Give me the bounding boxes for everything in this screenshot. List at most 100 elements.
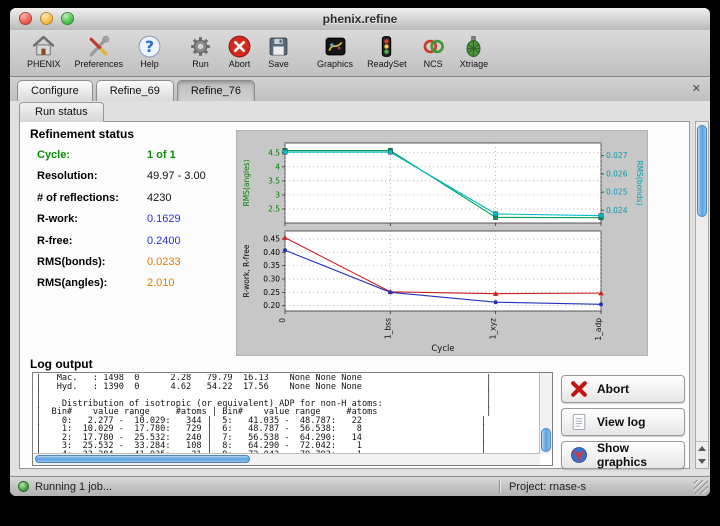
refinement-status-heading: Refinement status — [30, 127, 134, 141]
zoom-window-button[interactable] — [61, 12, 74, 25]
svg-text:0.45: 0.45 — [263, 235, 280, 244]
scroll-down-button[interactable] — [696, 455, 708, 468]
svg-text:0.026: 0.026 — [606, 169, 628, 178]
stat-row-resolution: Resolution: 49.97 - 3.00 — [37, 170, 206, 191]
log-vertical-scrollbar-thumb[interactable] — [541, 428, 551, 452]
progress-spinner-icon — [18, 481, 29, 492]
svg-text:0.25: 0.25 — [263, 288, 280, 297]
stat-label: Cycle: — [37, 149, 147, 161]
toolbar: PHENIX Preferences ? Help Run Abort Save… — [10, 30, 710, 77]
stat-label: R-free: — [37, 235, 147, 247]
stat-row-rms-angles: RMS(angles): 2.010 — [37, 277, 206, 298]
toolbar-button-abort[interactable]: Abort — [220, 33, 259, 69]
svg-text:0.35: 0.35 — [263, 261, 280, 270]
tab-configure[interactable]: Configure — [17, 80, 93, 101]
scroll-up-button[interactable] — [696, 442, 708, 455]
abort-button-label: Abort — [597, 382, 629, 396]
svg-text:RMS(angles): RMS(angles) — [242, 159, 251, 206]
main-vertical-scrollbar[interactable] — [695, 121, 709, 469]
ncs-icon — [421, 33, 446, 59]
toolbar-label: ReadySet — [367, 59, 407, 69]
stat-label: R-work: — [37, 213, 147, 225]
svg-text:RMS(bonds): RMS(bonds) — [635, 160, 644, 205]
svg-text:1_adp: 1_adp — [594, 318, 603, 341]
close-window-button[interactable] — [19, 12, 32, 25]
show-graphics-button[interactable]: Show graphics — [561, 441, 685, 469]
log-output-heading: Log output — [30, 357, 93, 371]
abort-button[interactable]: Abort — [561, 375, 685, 403]
svg-text:Cycle: Cycle — [431, 344, 454, 354]
abort-x-icon — [569, 379, 589, 399]
action-buttons: Abort View log Show graphics — [561, 375, 685, 474]
traffic-light-icon — [374, 33, 399, 59]
titlebar[interactable]: phenix.refine — [10, 8, 710, 31]
refinement-chart-svg: 2.533.544.50.0240.0250.0260.027RMS(bonds… — [237, 131, 647, 355]
toolbar-label: Xtriage — [460, 59, 489, 69]
scrollbar-arrows — [696, 441, 708, 468]
save-floppy-icon — [266, 33, 291, 59]
stat-row-cycle: Cycle: 1 of 1 — [37, 149, 206, 170]
svg-text:1_bss: 1_bss — [383, 318, 392, 339]
toolbar-label: Graphics — [317, 59, 353, 69]
toolbar-label: NCS — [424, 59, 443, 69]
svg-text:0.30: 0.30 — [263, 275, 280, 284]
down-arrow-icon — [698, 459, 706, 464]
log-horizontal-scrollbar-thumb[interactable] — [35, 455, 250, 463]
stat-value: 0.0233 — [147, 256, 181, 268]
run-status-pane: Refinement status Cycle: 1 of 1 Resoluti… — [19, 121, 690, 469]
refinement-stats: Cycle: 1 of 1 Resolution: 49.97 - 3.00 #… — [37, 149, 206, 299]
stat-row-rfree: R-free: 0.2400 — [37, 235, 206, 256]
home-icon — [31, 33, 56, 59]
svg-text:4: 4 — [275, 162, 280, 171]
toolbar-button-save[interactable]: Save — [259, 33, 298, 69]
toolbar-button-graphics[interactable]: Graphics — [310, 33, 360, 69]
svg-text:0.027: 0.027 — [606, 151, 628, 160]
resize-grip[interactable] — [694, 480, 708, 494]
show-graphics-icon — [569, 445, 589, 465]
svg-text:0.20: 0.20 — [263, 301, 280, 310]
toolbar-label: Preferences — [75, 59, 124, 69]
toolbar-button-readyset[interactable]: ReadySet — [360, 33, 414, 69]
run-gear-icon — [188, 33, 213, 59]
log-output-box: | Mac. : 1498 0 2.28 79.79 16.13 None No… — [32, 372, 553, 466]
statusbar-divider — [499, 480, 500, 493]
view-log-button[interactable]: View log — [561, 408, 685, 436]
stat-row-rms-bonds: RMS(bonds): 0.0233 — [37, 256, 206, 277]
tab-run-status[interactable]: Run status — [19, 102, 104, 122]
log-horizontal-scrollbar[interactable] — [33, 453, 540, 465]
toolbar-button-preferences[interactable]: Preferences — [68, 33, 131, 69]
help-icon: ? — [137, 33, 162, 59]
stat-label: RMS(bonds): — [37, 256, 147, 268]
svg-text:4.5: 4.5 — [268, 148, 280, 157]
refinement-chart: 2.533.544.50.0240.0250.0260.027RMS(bonds… — [236, 130, 648, 356]
stat-label: RMS(angles): — [37, 277, 147, 289]
abort-circle-icon — [227, 33, 252, 59]
phenix-refine-window: phenix.refine PHENIX Preferences ? Help … — [10, 8, 710, 496]
project-label: Project: rnase-s — [509, 481, 586, 493]
svg-text:3.5: 3.5 — [268, 176, 280, 185]
toolbar-button-ncs[interactable]: NCS — [414, 33, 453, 69]
svg-text:0.024: 0.024 — [606, 206, 628, 215]
graphics-icon — [323, 33, 348, 59]
svg-text:R-work, R-free: R-work, R-free — [242, 244, 251, 297]
close-icon[interactable]: ✕ — [692, 82, 701, 95]
toolbar-button-xtriage[interactable]: Xtriage — [453, 33, 496, 69]
svg-text:0.025: 0.025 — [606, 188, 628, 197]
stat-row-reflections: # of reflections: 4230 — [37, 192, 206, 213]
tab-refine-69[interactable]: Refine_69 — [96, 80, 174, 101]
tab-refine-76[interactable]: Refine_76 — [177, 80, 255, 101]
minimize-window-button[interactable] — [40, 12, 53, 25]
status-message: Running 1 job... — [35, 481, 112, 493]
window-title: phenix.refine — [10, 8, 710, 30]
svg-text:?: ? — [145, 38, 154, 56]
stat-value: 4230 — [147, 192, 171, 204]
main-scrollbar-thumb[interactable] — [697, 125, 707, 217]
toolbar-button-run[interactable]: Run — [181, 33, 220, 69]
log-vertical-scrollbar[interactable] — [539, 373, 552, 454]
toolbar-button-help[interactable]: ? Help — [130, 33, 169, 69]
svg-text:0.40: 0.40 — [263, 248, 280, 257]
toolbar-button-phenix[interactable]: PHENIX — [20, 33, 68, 69]
window-controls — [19, 12, 74, 25]
toolbar-label: Help — [140, 59, 159, 69]
up-arrow-icon — [698, 446, 706, 451]
